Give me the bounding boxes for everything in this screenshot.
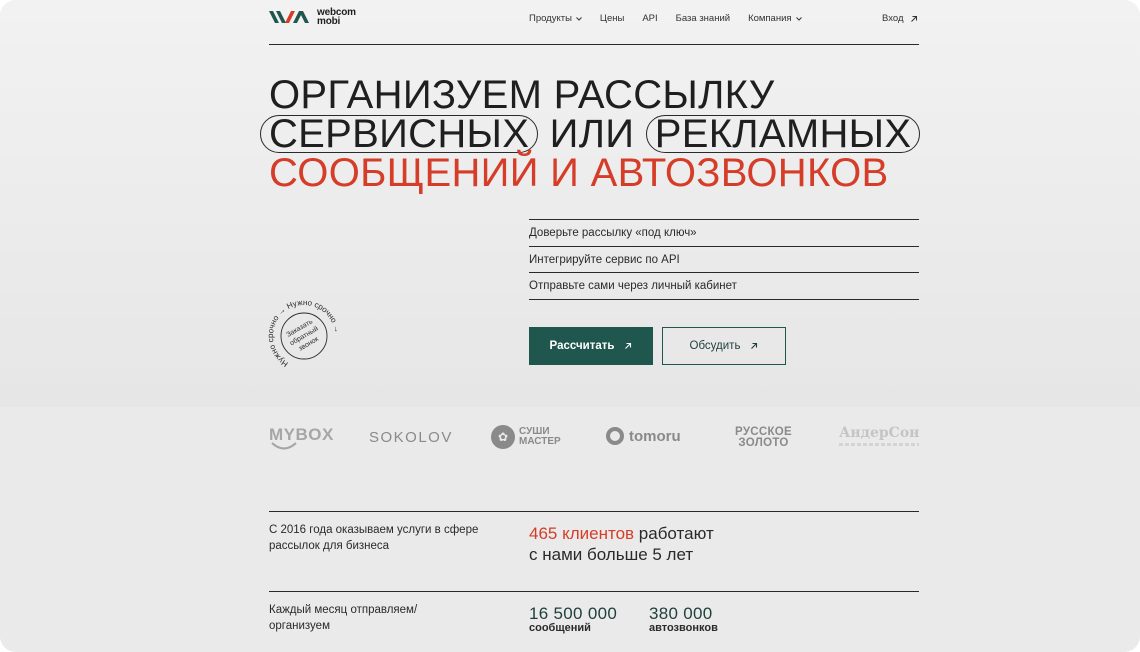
nav-api[interactable]: API — [642, 13, 657, 24]
headline-pill-service: СЕРВИСНЫХ — [260, 114, 539, 154]
logo-sokolov: SOKOLOV — [369, 429, 453, 446]
logo-sushi-master-text: СУШИ МАСТЕР — [519, 427, 561, 447]
headline-pill-advertising: РЕКЛАМНЫХ — [645, 114, 921, 154]
header-divider — [269, 44, 919, 45]
andersen-tagline-decoration — [839, 443, 919, 446]
calculate-button[interactable]: Рассчитать — [529, 327, 653, 365]
calculate-button-label: Рассчитать — [549, 340, 615, 352]
tomoru-ring-icon — [606, 427, 624, 445]
nav-prices[interactable]: Цены — [600, 13, 624, 24]
clients-count: 465 клиентов — [529, 524, 635, 543]
nav-products-label: Продукты — [529, 13, 572, 24]
logo-mybox: MYBOX — [269, 425, 334, 450]
urgent-callback-stamp[interactable]: Нужно срочно → Нужно срочно → Заказать о… — [264, 296, 344, 376]
logo-tomoru: tomoru — [606, 427, 681, 445]
headline-line-2: СЕРВИСНЫХ ИЛИ РЕКЛАМНЫХ — [260, 112, 949, 156]
calls-value: 380 000 — [649, 604, 713, 623]
logo-mark-icon — [269, 11, 309, 23]
nav-prices-label: Цены — [599, 13, 625, 24]
clients-text-2: с нами больше 5 лет — [529, 545, 694, 564]
smile-icon — [271, 442, 297, 450]
service-options-list: Доверьте рассылку «под ключ» Интегрируйт… — [529, 219, 919, 300]
nav-knowledge-base-label: База знаний — [675, 13, 731, 24]
clients-stat: 465 клиентов работают с нами больше 5 ле… — [529, 523, 714, 565]
option-cabinet[interactable]: Отправьте сами через личный кабинет — [529, 273, 919, 300]
nav-knowledge-base[interactable]: База знаний — [676, 13, 730, 24]
sushi-line-2: МАСТЕР — [519, 436, 561, 447]
nav-company[interactable]: Компания — [748, 13, 802, 24]
calls-stat: 380 000 автозвонков — [649, 604, 718, 634]
logo[interactable]: webcom mobi — [269, 8, 356, 27]
clients-text-1: работают — [634, 524, 714, 543]
since-caption: С 2016 года оказываем услуги в сфере рас… — [269, 524, 479, 552]
headline-or: ИЛИ — [549, 112, 635, 156]
arrow-up-right-icon — [625, 342, 632, 349]
stamp-center-text: Заказать обратный звонок — [285, 318, 320, 352]
main-nav: Продукты Цены API База знаний Компания — [529, 13, 802, 24]
messages-label: сообщений — [529, 622, 591, 634]
discuss-button-label: Обсудить — [689, 340, 741, 352]
logo-andersen: АндерСон — [839, 425, 920, 441]
login-link[interactable]: Вход — [882, 13, 918, 24]
logo-text-line2: mobi — [317, 16, 341, 27]
nav-company-label: Компания — [748, 13, 792, 24]
client-logos: MYBOX SOKOLOV ✿ СУШИ МАСТЕР tomoru РУССК… — [269, 424, 919, 454]
headline-line-3: СООБЩЕНИЙ И АВТОЗВОНКОВ — [269, 151, 889, 195]
arrow-up-right-icon — [910, 15, 917, 22]
page-frame: webcom mobi Продукты Цены API База знани… — [0, 0, 1140, 652]
chevron-down-icon — [795, 16, 802, 21]
logo-text: webcom mobi — [317, 8, 356, 27]
logo-sushi-master: ✿ СУШИ МАСТЕР — [491, 425, 561, 449]
monthly-caption: Каждый месяц отправляем/организуем — [269, 604, 418, 632]
login-label: Вход — [882, 13, 904, 24]
russkoe-line-2: ЗОЛОТО — [738, 437, 789, 449]
headline-line-1: ОРГАНИЗУЕМ РАССЫЛКУ — [269, 73, 775, 117]
option-turnkey[interactable]: Доверьте рассылку «под ключ» — [529, 220, 919, 247]
nav-api-label: API — [642, 13, 658, 24]
messages-stat: 16 500 000 сообщений — [529, 604, 617, 634]
nav-products[interactable]: Продукты — [529, 13, 582, 24]
arrow-up-right-icon — [751, 342, 758, 349]
calls-label: автозвонков — [649, 622, 718, 634]
messages-value: 16 500 000 — [529, 604, 618, 623]
chevron-down-icon — [576, 16, 582, 21]
logo-tomoru-text: tomoru — [629, 427, 681, 445]
sushi-master-emblem-icon: ✿ — [491, 425, 515, 449]
stats-divider-1 — [269, 511, 919, 512]
stats-divider-2 — [269, 591, 919, 592]
option-api[interactable]: Интегрируйте сервис по API — [529, 247, 919, 273]
logo-russkoe-zoloto: РУССКОЕ ЗОЛОТО — [735, 426, 792, 449]
hero-headline: ОРГАНИЗУЕМ РАССЫЛКУ СЕРВИСНЫХ ИЛИ РЕКЛАМ… — [260, 73, 949, 195]
discuss-button[interactable]: Обсудить — [662, 327, 786, 365]
